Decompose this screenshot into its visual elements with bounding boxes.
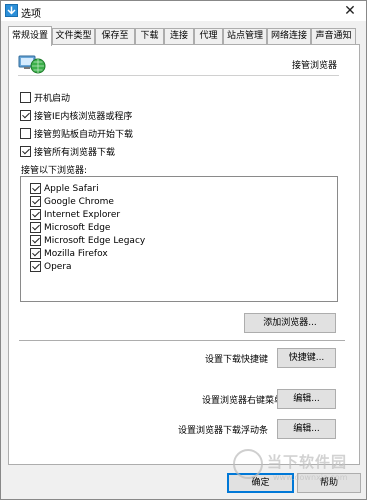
shortcut-label: 设置下载快捷键 bbox=[205, 355, 269, 365]
shortcut-button[interactable]: 快捷键... bbox=[277, 348, 336, 368]
option-label: 开机启动 bbox=[34, 94, 71, 104]
browser-list: Apple Safari Google Chrome Internet Expl… bbox=[20, 176, 338, 302]
float-bar-label: 设置浏览器下载浮动条 bbox=[178, 426, 269, 436]
list-item-label: Microsoft Edge bbox=[44, 222, 111, 233]
checkbox[interactable] bbox=[20, 128, 31, 139]
tab-proxy[interactable]: 代理 bbox=[194, 28, 223, 45]
checkbox[interactable] bbox=[30, 209, 41, 220]
tab-download[interactable]: 下载 bbox=[135, 28, 164, 45]
list-item-label: Microsoft Edge Legacy bbox=[44, 235, 146, 246]
browser-globe-icon bbox=[18, 55, 46, 74]
list-item-firefox[interactable]: Mozilla Firefox bbox=[30, 247, 108, 260]
window-title: 选项 bbox=[21, 9, 41, 20]
checkbox[interactable] bbox=[30, 222, 41, 233]
list-item-edge-legacy[interactable]: Microsoft Edge Legacy bbox=[30, 234, 145, 247]
context-menu-label: 设置浏览器右键菜单 bbox=[202, 396, 284, 406]
add-browser-button[interactable]: 添加浏览器... bbox=[244, 313, 336, 333]
panel-heading: 接管浏览器 bbox=[291, 61, 337, 71]
edit-float-bar-button[interactable]: 编辑... bbox=[277, 419, 336, 439]
checkbox[interactable] bbox=[20, 92, 31, 103]
general-panel: 接管浏览器 开机启动 接管IE内核浏览器或程序 接管剪贴板自动开始下载 接管所有… bbox=[8, 44, 360, 465]
watermark-url: www.downxia.com bbox=[273, 473, 348, 482]
divider bbox=[18, 75, 339, 76]
watermark-text: 当下软件园 bbox=[267, 453, 348, 471]
option-label: 接管剪贴板自动开始下载 bbox=[34, 130, 134, 140]
list-item-ie[interactable]: Internet Explorer bbox=[30, 208, 120, 221]
edit-context-menu-button[interactable]: 编辑... bbox=[277, 389, 336, 409]
browsers-list-label: 接管以下浏览器: bbox=[21, 166, 88, 176]
separator bbox=[19, 340, 345, 341]
watermark-logo-icon bbox=[233, 449, 263, 479]
option-all-browsers[interactable]: 接管所有浏览器下载 bbox=[20, 145, 115, 158]
list-item-label: Internet Explorer bbox=[44, 209, 121, 220]
list-item-chrome[interactable]: Google Chrome bbox=[30, 195, 114, 208]
option-label: 接管IE内核浏览器或程序 bbox=[34, 112, 133, 122]
option-label: 接管所有浏览器下载 bbox=[34, 148, 116, 158]
list-item-label: Google Chrome bbox=[44, 196, 114, 207]
checkbox[interactable] bbox=[20, 110, 31, 121]
checkbox[interactable] bbox=[30, 183, 41, 194]
checkbox[interactable] bbox=[30, 248, 41, 259]
checkbox[interactable] bbox=[30, 261, 41, 272]
checkbox[interactable] bbox=[20, 146, 31, 157]
option-take-over-ie[interactable]: 接管IE内核浏览器或程序 bbox=[20, 109, 132, 122]
tab-file-types[interactable]: 文件类型 bbox=[52, 28, 95, 45]
tab-save-to[interactable]: 保存至 bbox=[95, 28, 135, 45]
list-item-label: Apple Safari bbox=[44, 183, 99, 194]
watermark: 当下软件园 www.downxia.com bbox=[233, 449, 363, 489]
title-bar: 选项 ✕ bbox=[1, 1, 366, 21]
list-item-opera[interactable]: Opera bbox=[30, 260, 72, 273]
tab-network[interactable]: 网络连接 bbox=[267, 28, 311, 45]
tab-sound-notify[interactable]: 声音通知 bbox=[311, 28, 356, 45]
list-item-label: Opera bbox=[44, 261, 72, 272]
options-dialog: 选项 ✕ 常规设置 文件类型 保存至 下载 连接 代理 站点管理 网络连接 声音… bbox=[0, 0, 367, 500]
tab-strip: 常规设置 文件类型 保存至 下载 连接 代理 站点管理 网络连接 声音通知 bbox=[8, 26, 360, 46]
list-item-label: Mozilla Firefox bbox=[44, 248, 108, 259]
checkbox[interactable] bbox=[30, 196, 41, 207]
list-item-edge[interactable]: Microsoft Edge bbox=[30, 221, 110, 234]
tab-site-manager[interactable]: 站点管理 bbox=[223, 28, 267, 45]
tab-general[interactable]: 常规设置 bbox=[8, 26, 52, 46]
tab-connection[interactable]: 连接 bbox=[164, 28, 194, 45]
close-button[interactable]: ✕ bbox=[342, 3, 358, 19]
option-start-on-boot[interactable]: 开机启动 bbox=[20, 91, 70, 104]
option-clipboard-download[interactable]: 接管剪贴板自动开始下载 bbox=[20, 127, 133, 140]
list-item-safari[interactable]: Apple Safari bbox=[30, 182, 99, 195]
app-icon bbox=[5, 4, 18, 17]
checkbox[interactable] bbox=[30, 235, 41, 246]
